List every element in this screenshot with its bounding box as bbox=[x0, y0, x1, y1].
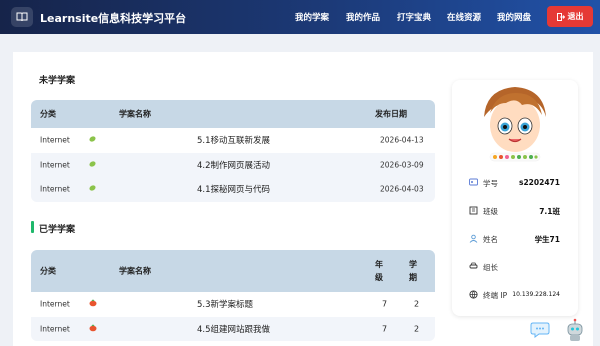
leaf-icon bbox=[89, 136, 96, 145]
top-navbar: Learnsite信息科技学习平台 我的学案 我的作品 打字宝典 在线资源 我的… bbox=[0, 0, 600, 34]
row-date: 2026-04-03 bbox=[380, 184, 424, 194]
row-term: 2 bbox=[414, 324, 420, 334]
col-date: 发布日期 bbox=[375, 109, 407, 119]
table-header: 分类 学案名称 年级 学期 bbox=[31, 250, 435, 292]
nav-resources[interactable]: 在线资源 bbox=[447, 11, 481, 23]
logout-icon bbox=[556, 12, 565, 21]
col-name: 学案名称 bbox=[119, 109, 151, 119]
tomato-icon bbox=[89, 299, 97, 309]
row-grade: 7 bbox=[382, 324, 388, 334]
row-plan-name[interactable]: 4.5组建网站跟我做 bbox=[197, 323, 270, 335]
section-accent-bar bbox=[31, 221, 34, 233]
table-row[interactable]: Internet 5.1移动互联新发展 2026-04-13 bbox=[31, 128, 435, 153]
row-category: Internet bbox=[40, 299, 70, 309]
nav-my-plans[interactable]: 我的学案 bbox=[295, 11, 329, 23]
nav-typing[interactable]: 打字宝典 bbox=[397, 11, 431, 23]
profile-class: 班级 7.1班 bbox=[464, 200, 565, 222]
ip-value: 10.139.228.124 bbox=[512, 291, 560, 298]
learned-table: 分类 学案名称 年级 学期 Internet 5.3新学案标题 7 2 Inte… bbox=[31, 250, 435, 341]
name-label: 姓名 bbox=[483, 235, 498, 244]
row-grade: 7 bbox=[382, 299, 388, 309]
student-id-label: 学号 bbox=[483, 179, 498, 188]
row-plan-name[interactable]: 4.1探秘网页与代码 bbox=[197, 183, 270, 195]
id-card-icon bbox=[469, 178, 478, 188]
col-category: 分类 bbox=[40, 266, 56, 276]
row-date: 2026-03-09 bbox=[380, 160, 424, 170]
logout-label: 退出 bbox=[567, 12, 584, 21]
table-row[interactable]: Internet 4.5组建网站跟我做 7 2 bbox=[31, 316, 435, 341]
row-category: Internet bbox=[40, 135, 70, 145]
brand-title[interactable]: Learnsite信息科技学习平台 bbox=[40, 10, 186, 26]
profile-group-leader: 组长 bbox=[464, 256, 565, 278]
logout-button[interactable]: 退出 bbox=[547, 6, 593, 27]
col-name: 学案名称 bbox=[119, 266, 151, 276]
row-plan-name[interactable]: 5.1移动互联新发展 bbox=[197, 134, 270, 146]
user-icon bbox=[469, 234, 478, 245]
col-category: 分类 bbox=[40, 109, 56, 119]
robot-assistant-icon[interactable] bbox=[565, 318, 585, 344]
book-icon[interactable] bbox=[11, 7, 33, 27]
profile-name: 姓名 学生71 bbox=[464, 228, 565, 250]
car-icon bbox=[469, 262, 478, 272]
group-leader-label: 组长 bbox=[483, 263, 498, 272]
nav-my-works[interactable]: 我的作品 bbox=[346, 11, 380, 23]
unlearned-table: 分类 学案名称 发布日期 Internet 5.1移动互联新发展 2026-04… bbox=[31, 100, 435, 202]
row-plan-name[interactable]: 5.3新学案标题 bbox=[197, 298, 253, 310]
tomato-icon bbox=[89, 324, 97, 333]
ip-label: 终端 IP bbox=[483, 291, 508, 300]
leaf-icon bbox=[89, 185, 96, 194]
row-category: Internet bbox=[40, 324, 70, 334]
col-grade: 年级 bbox=[375, 260, 383, 282]
row-plan-name[interactable]: 4.2制作网页展活动 bbox=[197, 159, 270, 171]
class-label: 班级 bbox=[483, 207, 498, 216]
table-row[interactable]: Internet 4.2制作网页展活动 2026-03-09 bbox=[31, 152, 435, 177]
student-id-value: s2202471 bbox=[519, 178, 560, 187]
row-category: Internet bbox=[40, 184, 70, 194]
row-date: 2026-04-13 bbox=[380, 135, 424, 145]
class-value: 7.1班 bbox=[539, 207, 560, 216]
name-value: 学生71 bbox=[534, 235, 560, 244]
row-term: 2 bbox=[414, 299, 420, 309]
leaf-icon bbox=[89, 160, 96, 169]
row-category: Internet bbox=[40, 160, 70, 170]
profile-student-id: 学号 s2202471 bbox=[464, 172, 565, 194]
chat-bubble-icon[interactable] bbox=[530, 320, 552, 342]
building-icon bbox=[469, 206, 478, 217]
profile-ip: 终端 IP 10.139.228.124 bbox=[464, 284, 565, 306]
table-row[interactable]: Internet 5.3新学案标题 7 2 bbox=[31, 292, 435, 317]
col-term: 学期 bbox=[409, 260, 417, 282]
learned-title: 已学学案 bbox=[39, 225, 76, 235]
globe-icon bbox=[469, 290, 478, 301]
unlearned-title: 未学学案 bbox=[39, 76, 76, 86]
avatar[interactable] bbox=[476, 83, 554, 163]
nav-my-disk[interactable]: 我的网盘 bbox=[497, 11, 531, 23]
table-header: 分类 学案名称 发布日期 bbox=[31, 100, 435, 128]
table-row[interactable]: Internet 4.1探秘网页与代码 2026-04-03 bbox=[31, 177, 435, 202]
